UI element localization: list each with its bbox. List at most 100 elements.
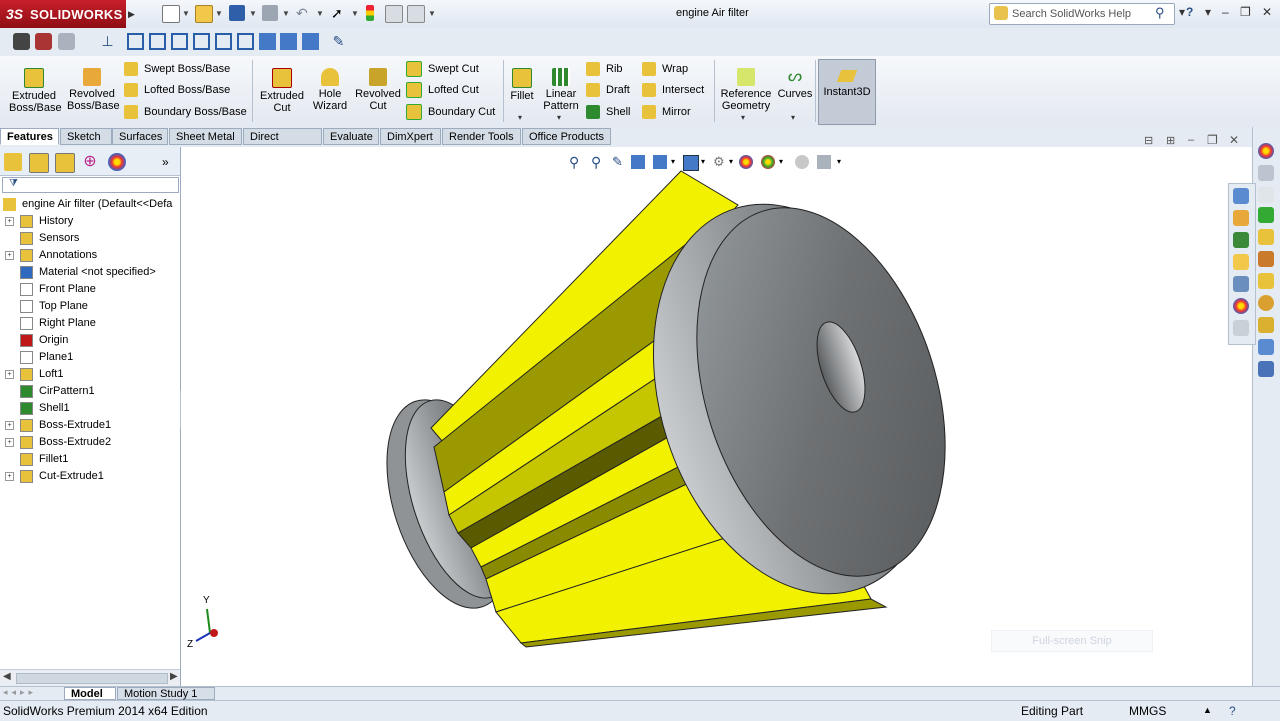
network-icon[interactable] (1258, 361, 1274, 377)
print-dropdown-icon[interactable]: ▼ (282, 9, 290, 18)
custom-properties-icon[interactable] (1233, 320, 1249, 336)
options-icon[interactable] (407, 5, 425, 23)
appearances-icon[interactable] (1258, 143, 1274, 159)
search-dropdown-icon[interactable]: ▾ (1179, 5, 1185, 19)
solidworks-resources-icon[interactable] (1233, 188, 1249, 204)
feature-manager-tab-icon[interactable] (4, 153, 22, 171)
reference-geometry-button[interactable]: Reference Geometry (718, 64, 774, 112)
boundary-cut-button[interactable]: Boundary Cut (406, 103, 495, 121)
restore-icon[interactable]: ❐ (1240, 5, 1251, 19)
extruded-boss-button[interactable]: Extruded Boss/Base (6, 64, 62, 114)
design-library-icon[interactable] (1233, 232, 1249, 248)
tab-scroll-arrows-icon[interactable]: ◂◂▸▸ (3, 687, 37, 698)
doc-restore-icon[interactable]: ❐ (1207, 133, 1218, 147)
linear-pattern-dropdown-icon[interactable]: ▾ (557, 113, 561, 122)
link-icon[interactable] (1258, 339, 1274, 355)
intersect-button[interactable]: Intersect (642, 81, 704, 99)
search-help-field[interactable]: Search SolidWorks Help ⚲ (989, 3, 1175, 25)
swept-boss-button[interactable]: Swept Boss/Base (124, 60, 230, 78)
appearances-scenes-icon[interactable] (1233, 298, 1249, 314)
tree-filter[interactable]: ⧩ (2, 177, 179, 193)
render-icon[interactable] (1258, 317, 1274, 333)
tab-office-products[interactable]: Office Products (522, 128, 611, 145)
undo-dropdown-icon[interactable]: ▼ (316, 9, 324, 18)
rib-button[interactable]: Rib (586, 60, 623, 78)
help-dropdown-icon[interactable]: ▾ (1205, 5, 1211, 19)
macro-icon[interactable] (58, 33, 75, 50)
bottom-view-icon[interactable] (237, 33, 254, 50)
help-icon[interactable]: ? (1186, 5, 1193, 19)
draft-button[interactable]: Draft (586, 81, 630, 99)
revolved-cut-button[interactable]: Revolved Cut (352, 64, 404, 112)
split-view-icon[interactable]: ⊟ (1144, 134, 1153, 147)
scroll-left-icon[interactable]: ◀ (3, 671, 11, 682)
boundary-boss-button[interactable]: Boundary Boss/Base (124, 103, 247, 121)
tab-model[interactable]: Model (64, 687, 116, 700)
isometric-view-icon[interactable] (259, 33, 276, 50)
tab-render-tools[interactable]: Render Tools (442, 128, 521, 145)
decals-icon[interactable] (1258, 165, 1274, 181)
tab-sketch[interactable]: Sketch (60, 128, 112, 145)
normal-to-icon[interactable]: ⊥ (99, 33, 116, 50)
lofted-boss-button[interactable]: Lofted Boss/Base (124, 81, 230, 99)
curves-dropdown-icon[interactable]: ▾ (791, 113, 795, 122)
file-explorer-icon[interactable] (1233, 254, 1249, 270)
air-filter-model[interactable] (181, 147, 1252, 686)
top-view-icon[interactable] (215, 33, 232, 50)
print-icon[interactable] (262, 5, 278, 21)
display-manager-tab-icon[interactable] (108, 153, 126, 171)
tree-icon[interactable] (1258, 207, 1274, 223)
library-icon[interactable] (1258, 273, 1274, 289)
doc-minimize-icon[interactable]: – (1188, 134, 1194, 146)
fillet-dropdown-icon[interactable]: ▾ (518, 113, 522, 122)
select-dropdown-icon[interactable]: ▼ (351, 9, 359, 18)
wrap-button[interactable]: Wrap (642, 60, 688, 78)
scroll-thumb[interactable] (16, 673, 168, 684)
home-icon[interactable] (1233, 210, 1249, 226)
curves-button[interactable]: ᔕ Curves (776, 64, 814, 100)
back-view-icon[interactable] (149, 33, 166, 50)
camera-icon[interactable] (13, 33, 30, 50)
dimetric-view-icon[interactable] (302, 33, 319, 50)
database-icon[interactable] (1258, 229, 1274, 245)
expand-icon[interactable]: + (5, 421, 14, 430)
options-dropdown-icon[interactable]: ▼ (428, 9, 436, 18)
record-icon[interactable] (35, 33, 52, 50)
units-selector[interactable]: MMGS (1129, 704, 1166, 718)
minimize-icon[interactable]: – (1222, 5, 1229, 19)
select-arrow-icon[interactable]: ➚ (331, 5, 347, 21)
new-dropdown-icon[interactable]: ▼ (182, 9, 190, 18)
view-layout-icon[interactable]: ⊞ (1166, 134, 1175, 147)
tab-features[interactable]: Features (0, 128, 59, 145)
solidworks-logo[interactable]: 3S SOLIDWORKS (0, 0, 126, 28)
lofted-cut-button[interactable]: Lofted Cut (406, 81, 479, 99)
open-folder-icon[interactable] (195, 5, 213, 23)
instant3d-button[interactable]: Instant3D (818, 59, 876, 125)
view-selector-icon[interactable]: ✎ (330, 33, 347, 50)
menu-expand-icon[interactable]: ▶ (128, 9, 135, 20)
dimxpert-manager-tab-icon[interactable]: ⊕ (81, 153, 99, 171)
expand-icon[interactable]: + (5, 438, 14, 447)
toolbox-icon[interactable] (1258, 251, 1274, 267)
scenes-icon[interactable] (1258, 187, 1274, 203)
swept-cut-button[interactable]: Swept Cut (406, 60, 479, 78)
property-manager-tab-icon[interactable] (29, 153, 49, 173)
status-help-icon[interactable]: ? (1229, 704, 1236, 718)
close-icon[interactable]: ✕ (1262, 5, 1272, 19)
expand-icon[interactable]: + (5, 370, 14, 379)
left-view-icon[interactable] (171, 33, 188, 50)
expand-icon[interactable]: + (5, 217, 14, 226)
extruded-cut-button[interactable]: Extruded Cut (256, 64, 308, 114)
revolved-boss-button[interactable]: Revolved Boss/Base (64, 64, 120, 112)
new-document-icon[interactable] (162, 5, 180, 23)
save-icon[interactable] (229, 5, 245, 21)
rebuild-icon[interactable] (366, 5, 374, 21)
file-properties-icon[interactable] (385, 5, 403, 23)
mirror-button[interactable]: Mirror (642, 103, 691, 121)
shell-button[interactable]: Shell (586, 103, 630, 121)
save-dropdown-icon[interactable]: ▼ (249, 9, 257, 18)
tab-surfaces[interactable]: Surfaces (112, 128, 168, 145)
configuration-manager-tab-icon[interactable] (55, 153, 75, 173)
view-palette-icon[interactable] (1233, 276, 1249, 292)
tab-sheet-metal[interactable]: Sheet Metal (169, 128, 242, 145)
